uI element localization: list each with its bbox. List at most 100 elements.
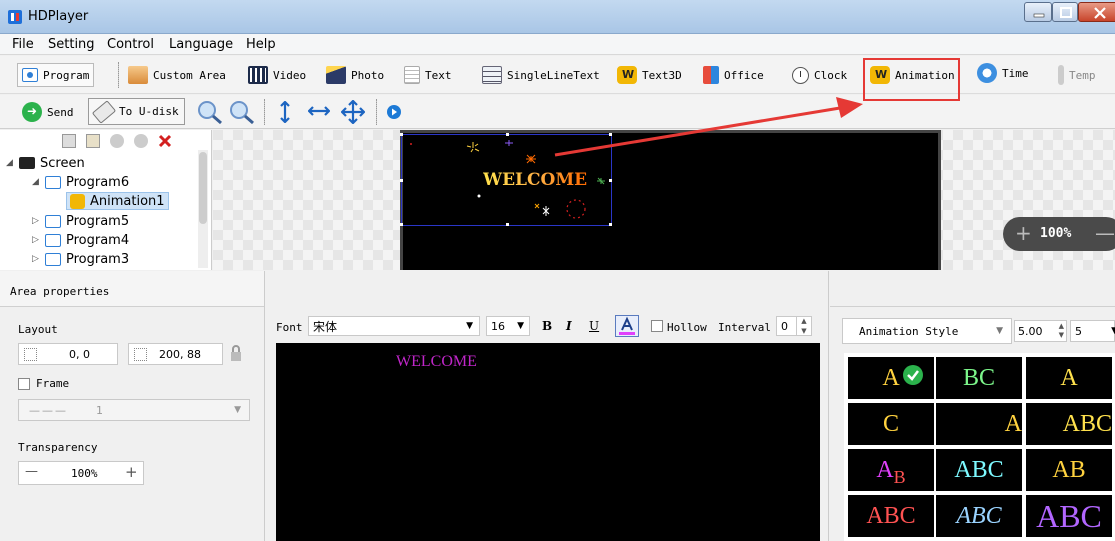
animation-style-option[interactable]: ABC [936,449,1022,491]
custom-area-icon [128,66,148,84]
menu-file[interactable]: File [12,37,34,52]
single-line-text-button[interactable]: SingleLineText [482,63,600,87]
clock-button[interactable]: Clock [792,63,847,87]
text-button[interactable]: Text [404,63,452,87]
copy-icon[interactable] [62,134,76,148]
program-icon [22,68,38,82]
animation-style-option[interactable]: ABC [1026,495,1112,537]
menu-control[interactable]: Control [107,37,154,52]
spinner-icon[interactable]: ▲ ▼ [1059,322,1064,340]
style-sample-text: C [882,410,899,437]
text3d-button[interactable]: W Text3D [617,63,682,87]
text-content-editor[interactable]: WELCOME [276,343,820,541]
tree-item-program6[interactable]: ◢ Program6 [32,173,129,191]
zoom-out-icon[interactable] [228,99,256,125]
custom-area-button[interactable]: Custom Area [128,63,226,87]
style-sample-text: B [893,466,906,487]
transparency-stepper[interactable]: — 100% + [18,461,144,485]
spin-up-icon[interactable]: ▲ [801,317,806,325]
animation-style-option[interactable]: ABC [936,495,1022,537]
horizontal-resize-icon[interactable] [308,104,330,118]
scrollbar-thumb[interactable] [199,152,207,224]
frame-checkbox[interactable]: Frame [18,377,69,390]
vertical-resize-icon[interactable] [278,101,292,123]
program-icon [45,233,61,247]
size-value: 200, 88 [159,347,201,361]
move-up-icon[interactable] [110,134,124,148]
expand-arrow-icon: ▷ [32,235,39,245]
usb-drive-icon [91,99,117,124]
minimize-button[interactable] [1024,2,1052,22]
move-icon[interactable] [341,100,365,124]
tree-item-program4[interactable]: ▷ Program4 [32,231,129,249]
tree-item-screen[interactable]: ◢ Screen [6,154,85,172]
bold-button[interactable]: B [542,319,552,333]
animation-style-option[interactable]: A [848,357,934,399]
animation-style-option[interactable]: A [936,403,1022,445]
paste-icon[interactable] [86,134,100,148]
decrease-button[interactable]: — [25,464,38,479]
animation-style-option[interactable]: C [848,403,934,445]
maximize-button[interactable] [1052,2,1078,22]
size-field[interactable]: 200, 88 [128,343,223,365]
animation-style-option[interactable]: AB [848,449,934,491]
program-button[interactable]: Program [17,63,95,87]
frame-style-select[interactable]: ——— 1 ▼ [18,399,250,421]
tree-scrollbar[interactable] [198,150,208,268]
animation-style-grid: A BC A C A ABC AB ABC AB ABC ABC ABC [844,353,1115,541]
animation-style-option[interactable]: ABC [1026,403,1112,445]
font-color-button[interactable] [615,315,639,337]
send-button[interactable]: ➜ Send [22,100,74,124]
photo-button[interactable]: Photo [326,63,384,87]
animation-style-option[interactable]: A [1026,357,1112,399]
menu-setting[interactable]: Setting [48,37,95,52]
animation-style-panel: Animation Style ▼ 5.00 ▲ ▼ 5 ▼ A BC A C A… [830,271,1115,541]
clock-label: Clock [814,68,848,82]
animation-style-select[interactable]: Animation Style ▼ [842,318,1012,344]
animation-style-option[interactable]: AB [1026,449,1112,491]
tree-item-animation1[interactable]: Animation1 [66,192,169,210]
animation-style-option[interactable]: BC [936,357,1022,399]
menu-language[interactable]: Language [169,37,233,52]
time-button[interactable]: Time [977,61,1029,85]
tree-item-program5[interactable]: ▷ Program5 [32,212,129,230]
zoom-control[interactable]: + 100% — [1003,217,1115,251]
tree-item-program3[interactable]: ▷ Program3 [32,250,129,268]
frame-checkbox-box[interactable] [18,377,30,390]
area-properties-header: Area properties [0,271,264,307]
text3d-icon: W [617,66,637,84]
collapse-arrow-icon: ◢ [32,177,39,187]
office-button[interactable]: Office [703,63,764,87]
zoom-in-icon[interactable] [196,99,224,125]
interval-input[interactable]: 0 [776,316,796,336]
position-field[interactable]: 0, 0 [18,343,118,365]
count-select[interactable]: 5 ▼ [1070,320,1115,342]
lock-icon[interactable] [229,344,243,362]
menu-help[interactable]: Help [246,37,276,52]
text-label: Text [425,68,452,82]
style-sample-text: AB [1052,456,1086,483]
increase-button[interactable]: + [125,463,138,481]
interval-spinner[interactable]: ▲ ▼ [796,316,812,336]
underline-button[interactable]: U [589,319,599,333]
temp-button[interactable]: Temp [1058,63,1096,87]
animation-style-option[interactable]: ABC [848,495,934,537]
video-button[interactable]: Video [248,63,306,87]
tree-item-label: Animation1 [90,193,165,209]
close-button[interactable] [1078,2,1115,22]
spin-down-icon[interactable]: ▼ [801,327,806,335]
delete-icon[interactable] [158,134,172,148]
zoom-plus-button[interactable]: + [1015,221,1032,245]
italic-button[interactable]: I [566,319,572,333]
speed-stepper[interactable]: 5.00 ▲ ▼ [1014,320,1067,342]
to-udisk-button[interactable]: To U-disk [88,98,185,125]
play-icon[interactable] [386,104,402,120]
program-tree-panel: ◢ Screen ◢ Program6 Animation1 ▷ Program… [0,130,212,270]
font-size-select[interactable]: 16 ▼ [486,316,530,336]
move-down-icon[interactable] [134,134,148,148]
hollow-checkbox[interactable] [651,320,663,332]
font-family-select[interactable]: 宋体 ▼ [308,316,480,336]
editor-content-text[interactable]: WELCOME [396,353,477,371]
zoom-minus-button[interactable]: — [1095,221,1115,245]
custom-area-label: Custom Area [153,68,226,82]
